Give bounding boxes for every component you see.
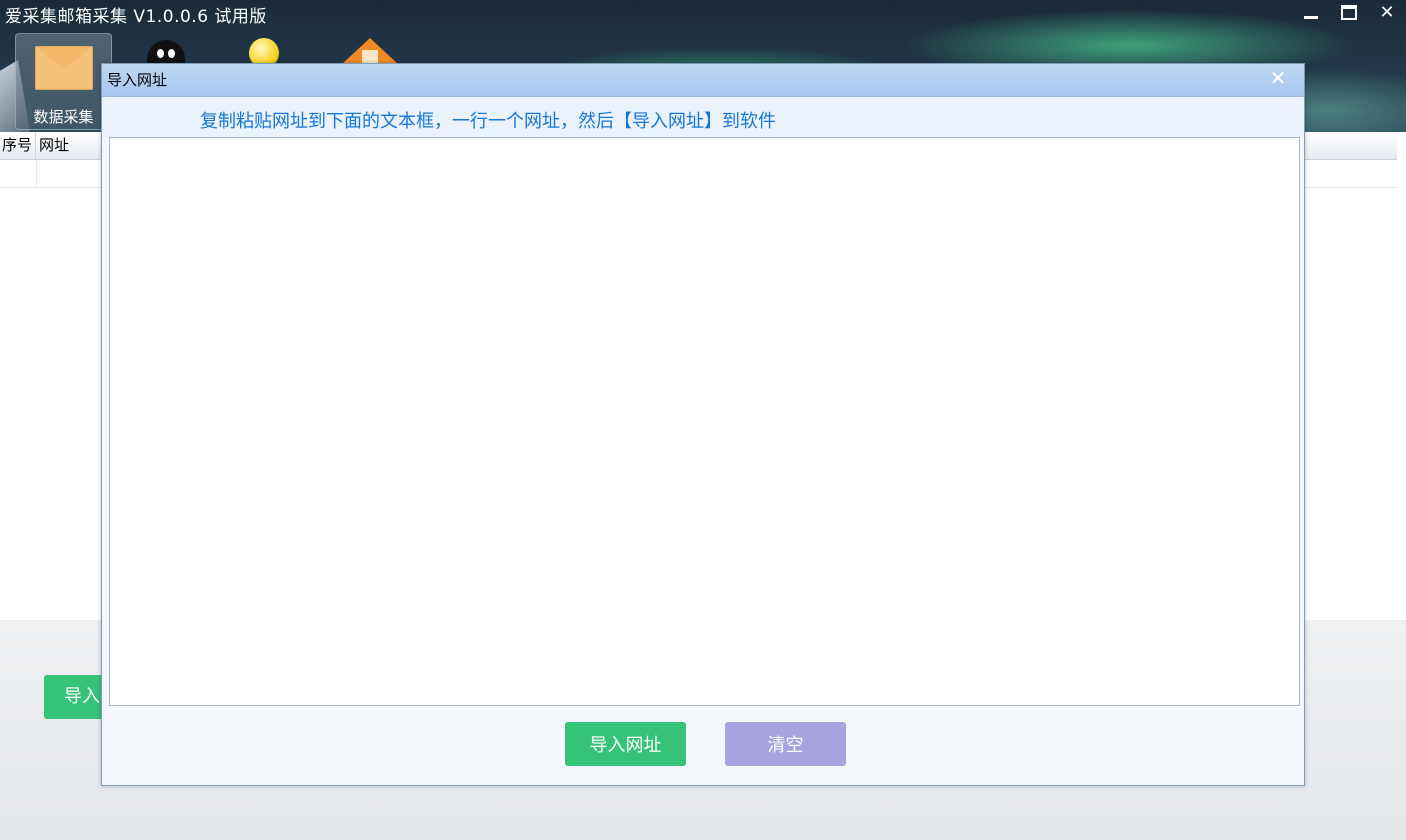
clear-button[interactable]: 清空 <box>725 722 846 766</box>
close-icon: ✕ <box>1269 66 1287 90</box>
dialog-close-button[interactable]: ✕ <box>1266 66 1290 90</box>
envelope-icon <box>35 46 93 90</box>
app-title: 爱采集邮箱采集 V1.0.0.6 试用版 <box>5 7 267 27</box>
maximize-button[interactable] <box>1330 0 1368 24</box>
home-icon[interactable] <box>342 38 398 64</box>
penguin-eye-left <box>157 49 164 58</box>
window-controls: ✕ <box>1292 0 1406 26</box>
dialog-titlebar[interactable]: 导入网址 ✕ <box>102 64 1304 97</box>
close-window-button[interactable]: ✕ <box>1368 0 1406 24</box>
maximize-icon <box>1341 4 1357 20</box>
minimize-icon <box>1304 15 1318 19</box>
close-icon: ✕ <box>1379 1 1395 23</box>
instruction-bar: 复制粘贴网址到下面的文本框，一行一个网址，然后【导入网址】到软件 <box>102 97 1304 137</box>
penguin-eye-right <box>168 49 175 58</box>
minimize-button[interactable] <box>1292 0 1330 24</box>
import-urls-button[interactable]: 导入网址 <box>565 722 686 766</box>
toolbar-data-collect-label: 数据采集 <box>33 108 94 126</box>
table-cell-index <box>0 160 37 187</box>
instruction-text: 复制粘贴网址到下面的文本框，一行一个网址，然后【导入网址】到软件 <box>200 111 776 132</box>
column-header-index[interactable]: 序号 <box>0 132 36 159</box>
dialog-title: 导入网址 <box>107 71 168 89</box>
toolbar-data-collect-button[interactable]: 数据采集 <box>15 33 112 130</box>
url-textarea[interactable] <box>109 137 1300 706</box>
import-url-dialog: 导入网址 ✕ 复制粘贴网址到下面的文本框，一行一个网址，然后【导入网址】到软件 … <box>101 63 1305 786</box>
